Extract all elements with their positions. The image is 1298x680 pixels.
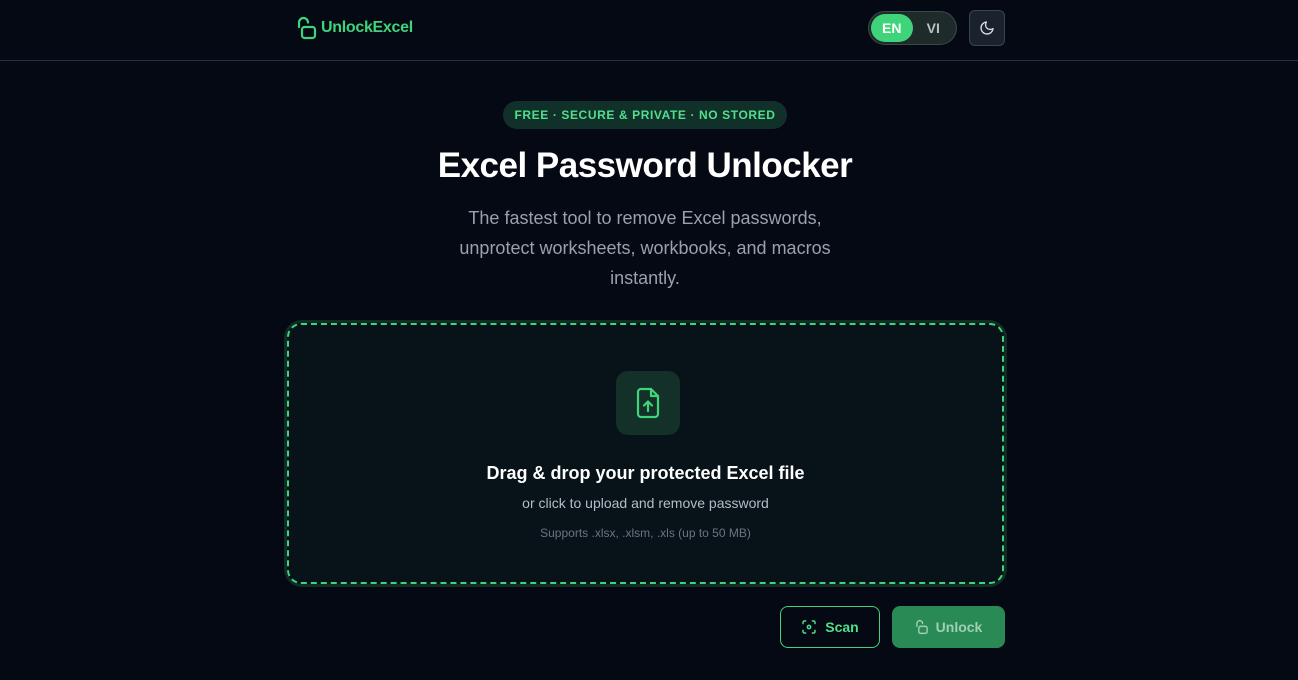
page-subtitle: The fastest tool to remove Excel passwor…	[459, 208, 831, 288]
moon-icon	[980, 21, 994, 35]
file-dropzone: Drag & drop your protected Excel file or…	[284, 320, 1007, 587]
dropzone-title: Drag & drop your protected Excel file	[486, 463, 805, 483]
header: UnlockExcel EN VI	[0, 0, 1298, 61]
file-upload-icon-box	[616, 371, 680, 435]
unlock-icon	[297, 16, 317, 40]
scan-icon	[802, 620, 816, 634]
language-toggle: EN VI	[868, 11, 957, 45]
unlock-button-label: Unlock	[935, 619, 983, 635]
scan-button-label: Scan	[825, 619, 859, 635]
lang-vi-button[interactable]: VI	[913, 14, 955, 42]
dropzone-supported-formats: Supports .xlsx, .xlsm, .xls (up to 50 MB…	[540, 526, 751, 540]
file-upload-icon	[636, 387, 660, 419]
logo-text: UnlockExcel	[321, 19, 413, 36]
features-badge: FREE · SECURE & PRIVATE · NO STORED	[503, 101, 787, 129]
page-title: Excel Password Unlocker	[437, 146, 853, 185]
theme-toggle-button[interactable]	[969, 10, 1005, 46]
unlock-icon	[915, 620, 928, 635]
dropzone-subtitle: or click to upload and remove password	[522, 495, 769, 511]
scan-button[interactable]: Scan	[780, 606, 880, 648]
lang-en-button[interactable]: EN	[871, 14, 913, 42]
dropzone-click-area[interactable]: Drag & drop your protected Excel file or…	[287, 323, 1004, 584]
unlock-button[interactable]: Unlock	[892, 606, 1005, 648]
logo[interactable]: UnlockExcel	[296, 16, 413, 40]
